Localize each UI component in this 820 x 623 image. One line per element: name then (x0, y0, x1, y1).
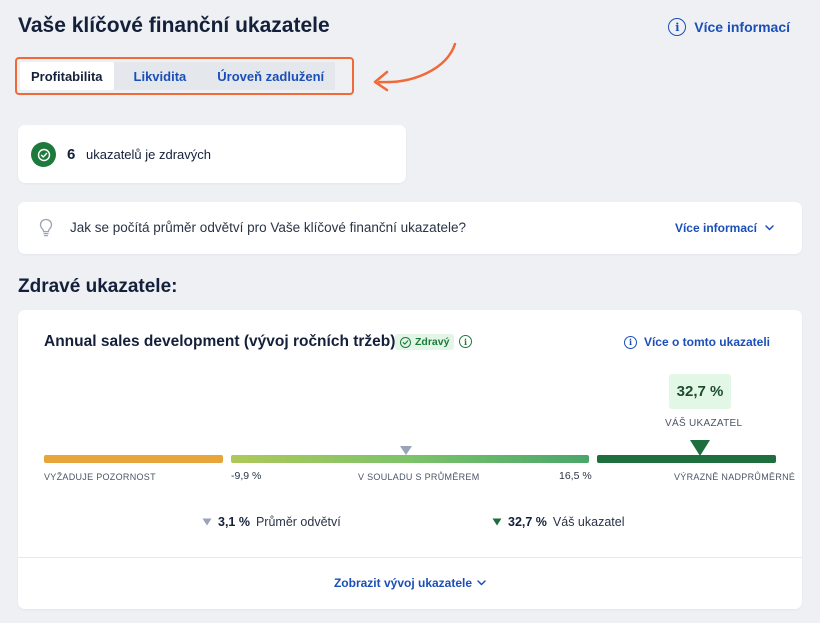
healthy-label: ukazatelů je zdravých (86, 147, 212, 162)
scale-high-value: 16,5 % (559, 470, 592, 482)
info-icon[interactable]: i (459, 335, 472, 348)
legend-average-label: Průměr odvětví (255, 515, 341, 529)
legend-industry-average: 3,1 % Průměr odvětví (202, 515, 341, 529)
chevron-down-icon (477, 580, 486, 586)
scale-bar-above-average (597, 455, 776, 463)
divider (18, 557, 802, 558)
section-heading: Zdravé ukazatele: (18, 276, 178, 297)
scale-bar-average (231, 455, 589, 463)
scale-label-average: V SOULADU S PRŮMĚREM (358, 472, 480, 482)
triangle-down-icon (492, 518, 502, 526)
chevron-down-icon (765, 225, 774, 231)
more-info-label: Více informací (694, 19, 790, 35)
industry-average-marker-icon (400, 446, 412, 455)
indicator-card: Annual sales development (vývoj ročních … (18, 310, 802, 609)
faq-more-button[interactable]: Více informací (675, 221, 774, 235)
info-icon: i (668, 18, 687, 36)
check-circle-icon (400, 336, 411, 348)
scale-low-value: -9,9 % (231, 470, 262, 482)
info-icon: i (623, 335, 637, 349)
faq-question: Jak se počítá průměr odvětví pro Vaše kl… (70, 220, 466, 235)
page-title: Vaše klíčové finanční ukazatele (18, 14, 330, 37)
more-info-link[interactable]: i Více informací (668, 18, 790, 36)
indicator-more-label: Více o tomto ukazateli (643, 335, 770, 349)
status-badge: Zdravý (395, 334, 455, 350)
indicator-title: Annual sales development (vývoj ročních … (44, 333, 396, 350)
tab-bar: Profitabilita Likvidita Úroveň zadlužení (20, 62, 336, 90)
tab-likvidita[interactable]: Likvidita (114, 62, 207, 90)
pointer-arrow-icon (373, 42, 457, 92)
healthy-count: 6 (67, 146, 76, 163)
your-value-box: 32,7 % (669, 374, 731, 409)
legend-your-value: 32,7 % Váš ukazatel (492, 515, 625, 529)
healthy-summary-card: 6 ukazatelů je zdravých (18, 125, 406, 183)
show-development-button[interactable]: Zobrazit vývoj ukazatele (18, 576, 802, 590)
legend-your-value-number: 32,7 % (508, 515, 547, 529)
legend-your-label: Váš ukazatel (552, 515, 625, 529)
your-value-marker-icon (690, 440, 710, 456)
indicator-more-link[interactable]: i Více o tomto ukazateli (623, 335, 770, 349)
scale-label-above-average: VÝRAZNĚ NADPRŮMĚRNÉ (674, 472, 796, 482)
show-development-label: Zobrazit vývoj ukazatele (333, 576, 473, 590)
check-circle-icon (31, 142, 56, 167)
tab-uroven-zadluzeni[interactable]: Úroveň zadlužení (206, 62, 335, 90)
your-value-label: VÁŠ UKAZATEL (665, 418, 743, 429)
triangle-down-icon (202, 518, 212, 526)
lightbulb-icon (39, 218, 53, 237)
tab-profitabilita[interactable]: Profitabilita (20, 62, 114, 90)
legend-average-value: 3,1 % (218, 515, 250, 529)
scale-label-attention: VYŽADUJE POZORNOST (44, 472, 156, 482)
faq-card[interactable]: Jak se počítá průměr odvětví pro Vaše kl… (18, 202, 802, 254)
faq-more-label: Více informací (674, 221, 757, 235)
badge-label: Zdravý (415, 336, 450, 348)
scale-bar-attention (44, 455, 223, 463)
